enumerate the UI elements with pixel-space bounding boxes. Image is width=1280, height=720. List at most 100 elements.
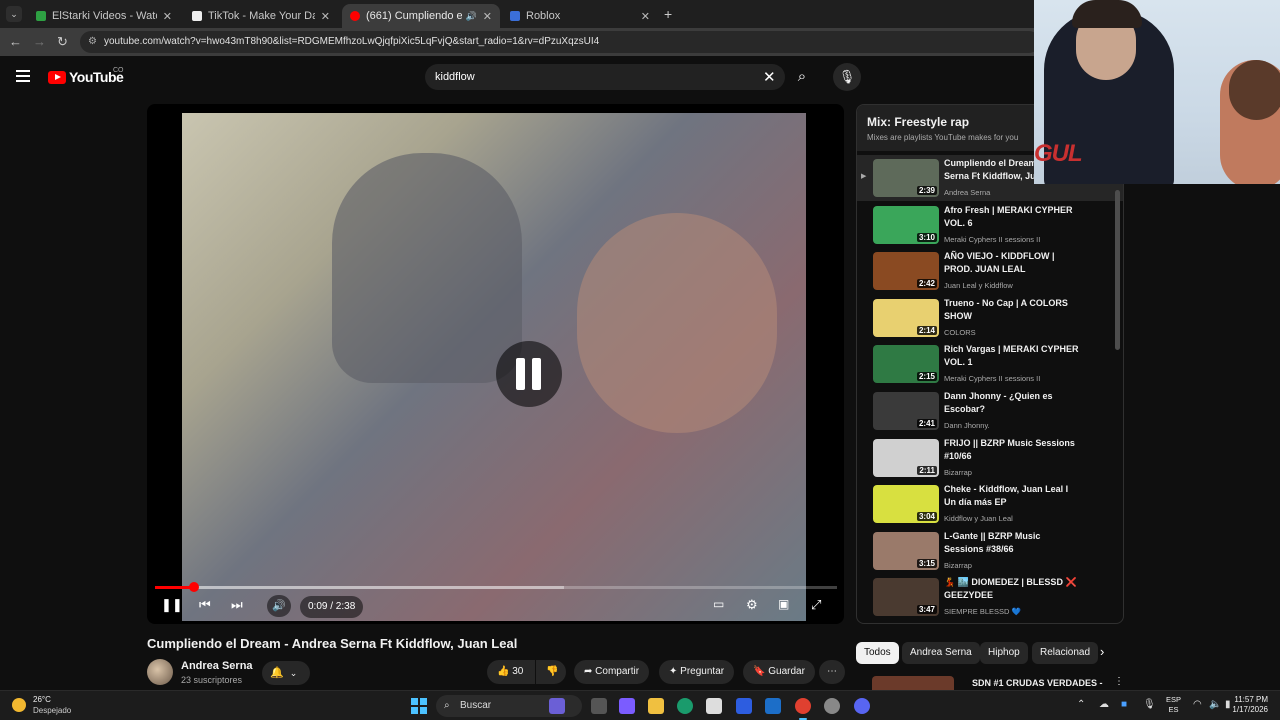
mix-item[interactable]: 3:04 Cheke - Kiddflow, Juan Leal I Un día… [857,481,1123,527]
recommended-thumbnail[interactable] [872,676,954,690]
clear-search-icon[interactable]: ✕ [763,68,776,86]
mix-item[interactable]: 2:14 Trueno - No Cap | A COLORS SHOW COLOR… [857,295,1123,341]
windows-start-icon[interactable] [411,698,427,714]
mix-item-thumbnail[interactable]: 2:42 [873,252,939,291]
mic-tray-icon[interactable]: 🎙 [1143,699,1156,710]
app-icon[interactable] [736,698,752,714]
discord-icon[interactable] [854,698,870,714]
speaker-icon[interactable]: 🔊 [466,11,477,22]
mix-item-title[interactable]: Cheke - Kiddflow, Juan Leal I Un día más… [944,483,1079,509]
more-vert-icon[interactable]: ⋮ [1114,676,1124,687]
mix-item-thumbnail[interactable]: 3:15 [873,531,939,570]
store-icon[interactable] [706,698,722,714]
mix-item[interactable]: 2:11 FRIJO || BZRP Music Sessions #10/66 B… [857,435,1123,481]
mix-item-thumbnail[interactable]: 3:47 [873,578,939,617]
forward-arrow-icon[interactable]: → [33,34,46,49]
hamburger-menu-icon[interactable] [16,70,30,82]
task-view-icon[interactable] [591,698,607,714]
chip-relacionados[interactable]: Relacionad [1032,642,1099,664]
recommended-title[interactable]: SDN #1 CRUDAS VERDADES - [972,678,1103,688]
tab-close-icon[interactable]: ✕ [641,10,650,23]
chip-todos[interactable]: Todos [856,642,899,664]
mix-item-title[interactable]: Trueno - No Cap | A COLORS SHOW [944,297,1079,323]
search-input[interactable]: kiddflow [425,64,785,90]
mix-item[interactable]: 3:15 L-Gante || BZRP Music Sessions #38/6… [857,528,1123,574]
more-actions-button[interactable]: ⋯ [819,660,845,684]
progress-bar[interactable] [155,582,837,592]
edge-icon[interactable] [677,698,693,714]
settings-icon[interactable] [824,698,840,714]
ask-button[interactable]: ✦ Preguntar [659,660,735,684]
chrome-icon[interactable] [795,698,811,720]
chevron-right-icon[interactable]: › [1100,644,1104,659]
tab-search-chevron-icon[interactable]: ⌄ [6,6,22,22]
fullscreen-icon[interactable]: ⤢ [811,597,821,613]
mix-item-thumbnail[interactable]: 2:39 [873,159,939,197]
weather-moon-icon[interactable] [12,698,26,712]
cloud-icon[interactable]: ☁ [1099,699,1109,710]
speaker-tray-icon[interactable]: 🔈 [1209,699,1221,710]
previous-icon[interactable]: ⏮ [199,597,211,613]
mix-item-thumbnail[interactable]: 2:14 [873,298,939,337]
outlook-icon[interactable] [765,698,781,714]
channel-avatar[interactable] [147,659,173,685]
clock[interactable]: 11:57 PM 1/17/2026 [1228,695,1268,715]
browser-tab[interactable]: Roblox ✕ [502,4,658,28]
address-bar[interactable]: ⚙ youtube.com/watch?v=hwo43mT8h90&list=R… [80,31,1040,53]
file-explorer-icon[interactable] [648,698,664,714]
video-player[interactable]: ❚❚ ⏮ ⏭ 🔊 0:09 / 2:38 ▭ ⚙ ▣ ⤢ [147,104,844,624]
tray-app-icon[interactable]: ■ [1121,699,1127,710]
volume-icon[interactable]: 🔊 [267,595,291,617]
tab-close-icon[interactable]: ✕ [163,10,172,23]
miniplayer-icon[interactable]: ▣ [778,597,789,611]
mix-item-thumbnail[interactable]: 3:10 [873,205,939,244]
chip-hiphop[interactable]: Hiphop [980,642,1028,664]
mix-item[interactable]: 2:42 AÑO VIEJO - KIDDFLOW | PROD. JUAN LE… [857,248,1123,294]
mix-item[interactable]: 2:41 Dann Jhonny - ¿Quien es Escobar? Dann… [857,388,1123,434]
tab-close-icon[interactable]: ✕ [321,10,330,23]
recommended-video[interactable]: SDN #1 CRUDAS VERDADES - ⋮ [856,676,1124,690]
site-info-icon[interactable]: ⚙ [88,31,97,53]
mix-item-title[interactable]: FRIJO || BZRP Music Sessions #10/66 [944,437,1079,463]
mix-item-thumbnail[interactable]: 2:11 [873,438,939,477]
channel-name[interactable]: Andrea Serna [181,660,253,672]
progress-scrubber-handle[interactable] [188,582,199,592]
browser-tab[interactable]: ElStarki Videos - Watch On-De ✕ [28,4,180,28]
back-arrow-icon[interactable]: ← [9,34,22,49]
mix-item-thumbnail[interactable]: 3:04 [873,485,939,524]
settings-gear-icon[interactable]: ⚙ [746,597,758,613]
tab-close-icon[interactable]: ✕ [483,10,492,23]
browser-tab[interactable]: TikTok - Make Your Day ✕ [184,4,338,28]
mix-item-title[interactable]: L-Gante || BZRP Music Sessions #38/66 [944,530,1079,556]
share-button[interactable]: ➦ Compartir [574,660,650,684]
video-frame[interactable] [182,113,806,621]
copilot-app-icon[interactable] [619,698,635,714]
mix-scrollbar[interactable] [1115,190,1120,350]
wifi-icon[interactable]: ◠ [1193,699,1202,710]
pause-overlay-icon[interactable] [496,341,562,407]
mix-item-title[interactable]: AÑO VIEJO - KIDDFLOW | PROD. JUAN LEAL [944,250,1079,276]
like-button[interactable]: 👍 30 [487,660,535,684]
mix-item-title[interactable]: Dann Jhonny - ¿Quien es Escobar? [944,390,1079,416]
mix-item[interactable]: 3:47 💃 🏙️ DIOMEDEZ | BLESSD ❌ GEEZYDEE SIE… [857,574,1123,620]
save-button[interactable]: 🔖 Guardar [743,660,815,684]
browser-tab-active[interactable]: (661) Cumpliendo el Dream 🔊 ✕ [342,4,500,28]
mix-title[interactable]: Mix: Freestyle rap [867,115,969,129]
chip-andrea-serna[interactable]: Andrea Serna [902,642,980,664]
mix-item-thumbnail[interactable]: 2:15 [873,345,939,384]
mix-item-thumbnail[interactable]: 2:41 [873,392,939,430]
mix-item[interactable]: 3:10 Afro Fresh | MERAKI CYPHER VOL. 6 Mer… [857,202,1123,248]
mix-item-title[interactable]: Afro Fresh | MERAKI CYPHER VOL. 6 [944,204,1079,230]
copilot-icon[interactable] [549,698,565,714]
chevron-up-icon[interactable]: ⌃ [1077,699,1085,710]
microphone-icon[interactable]: 🎙 [833,63,861,91]
pause-icon[interactable]: ❚❚ [161,597,183,613]
reload-icon[interactable]: ↻ [57,34,68,50]
language-indicator[interactable]: ESP ES [1166,695,1181,715]
mix-item-title[interactable]: Rich Vargas | MERAKI CYPHER VOL. 1 [944,343,1079,369]
new-tab-plus-icon[interactable]: + [664,6,672,22]
mix-item-title[interactable]: 💃 🏙️ DIOMEDEZ | BLESSD ❌ GEEZYDEE [944,576,1079,602]
notification-bell-button[interactable]: 🔔 ⌄ [262,661,310,685]
mix-item[interactable]: 2:15 Rich Vargas | MERAKI CYPHER VOL. 1 Me… [857,341,1123,387]
search-icon[interactable]: ⌕ [787,63,817,91]
